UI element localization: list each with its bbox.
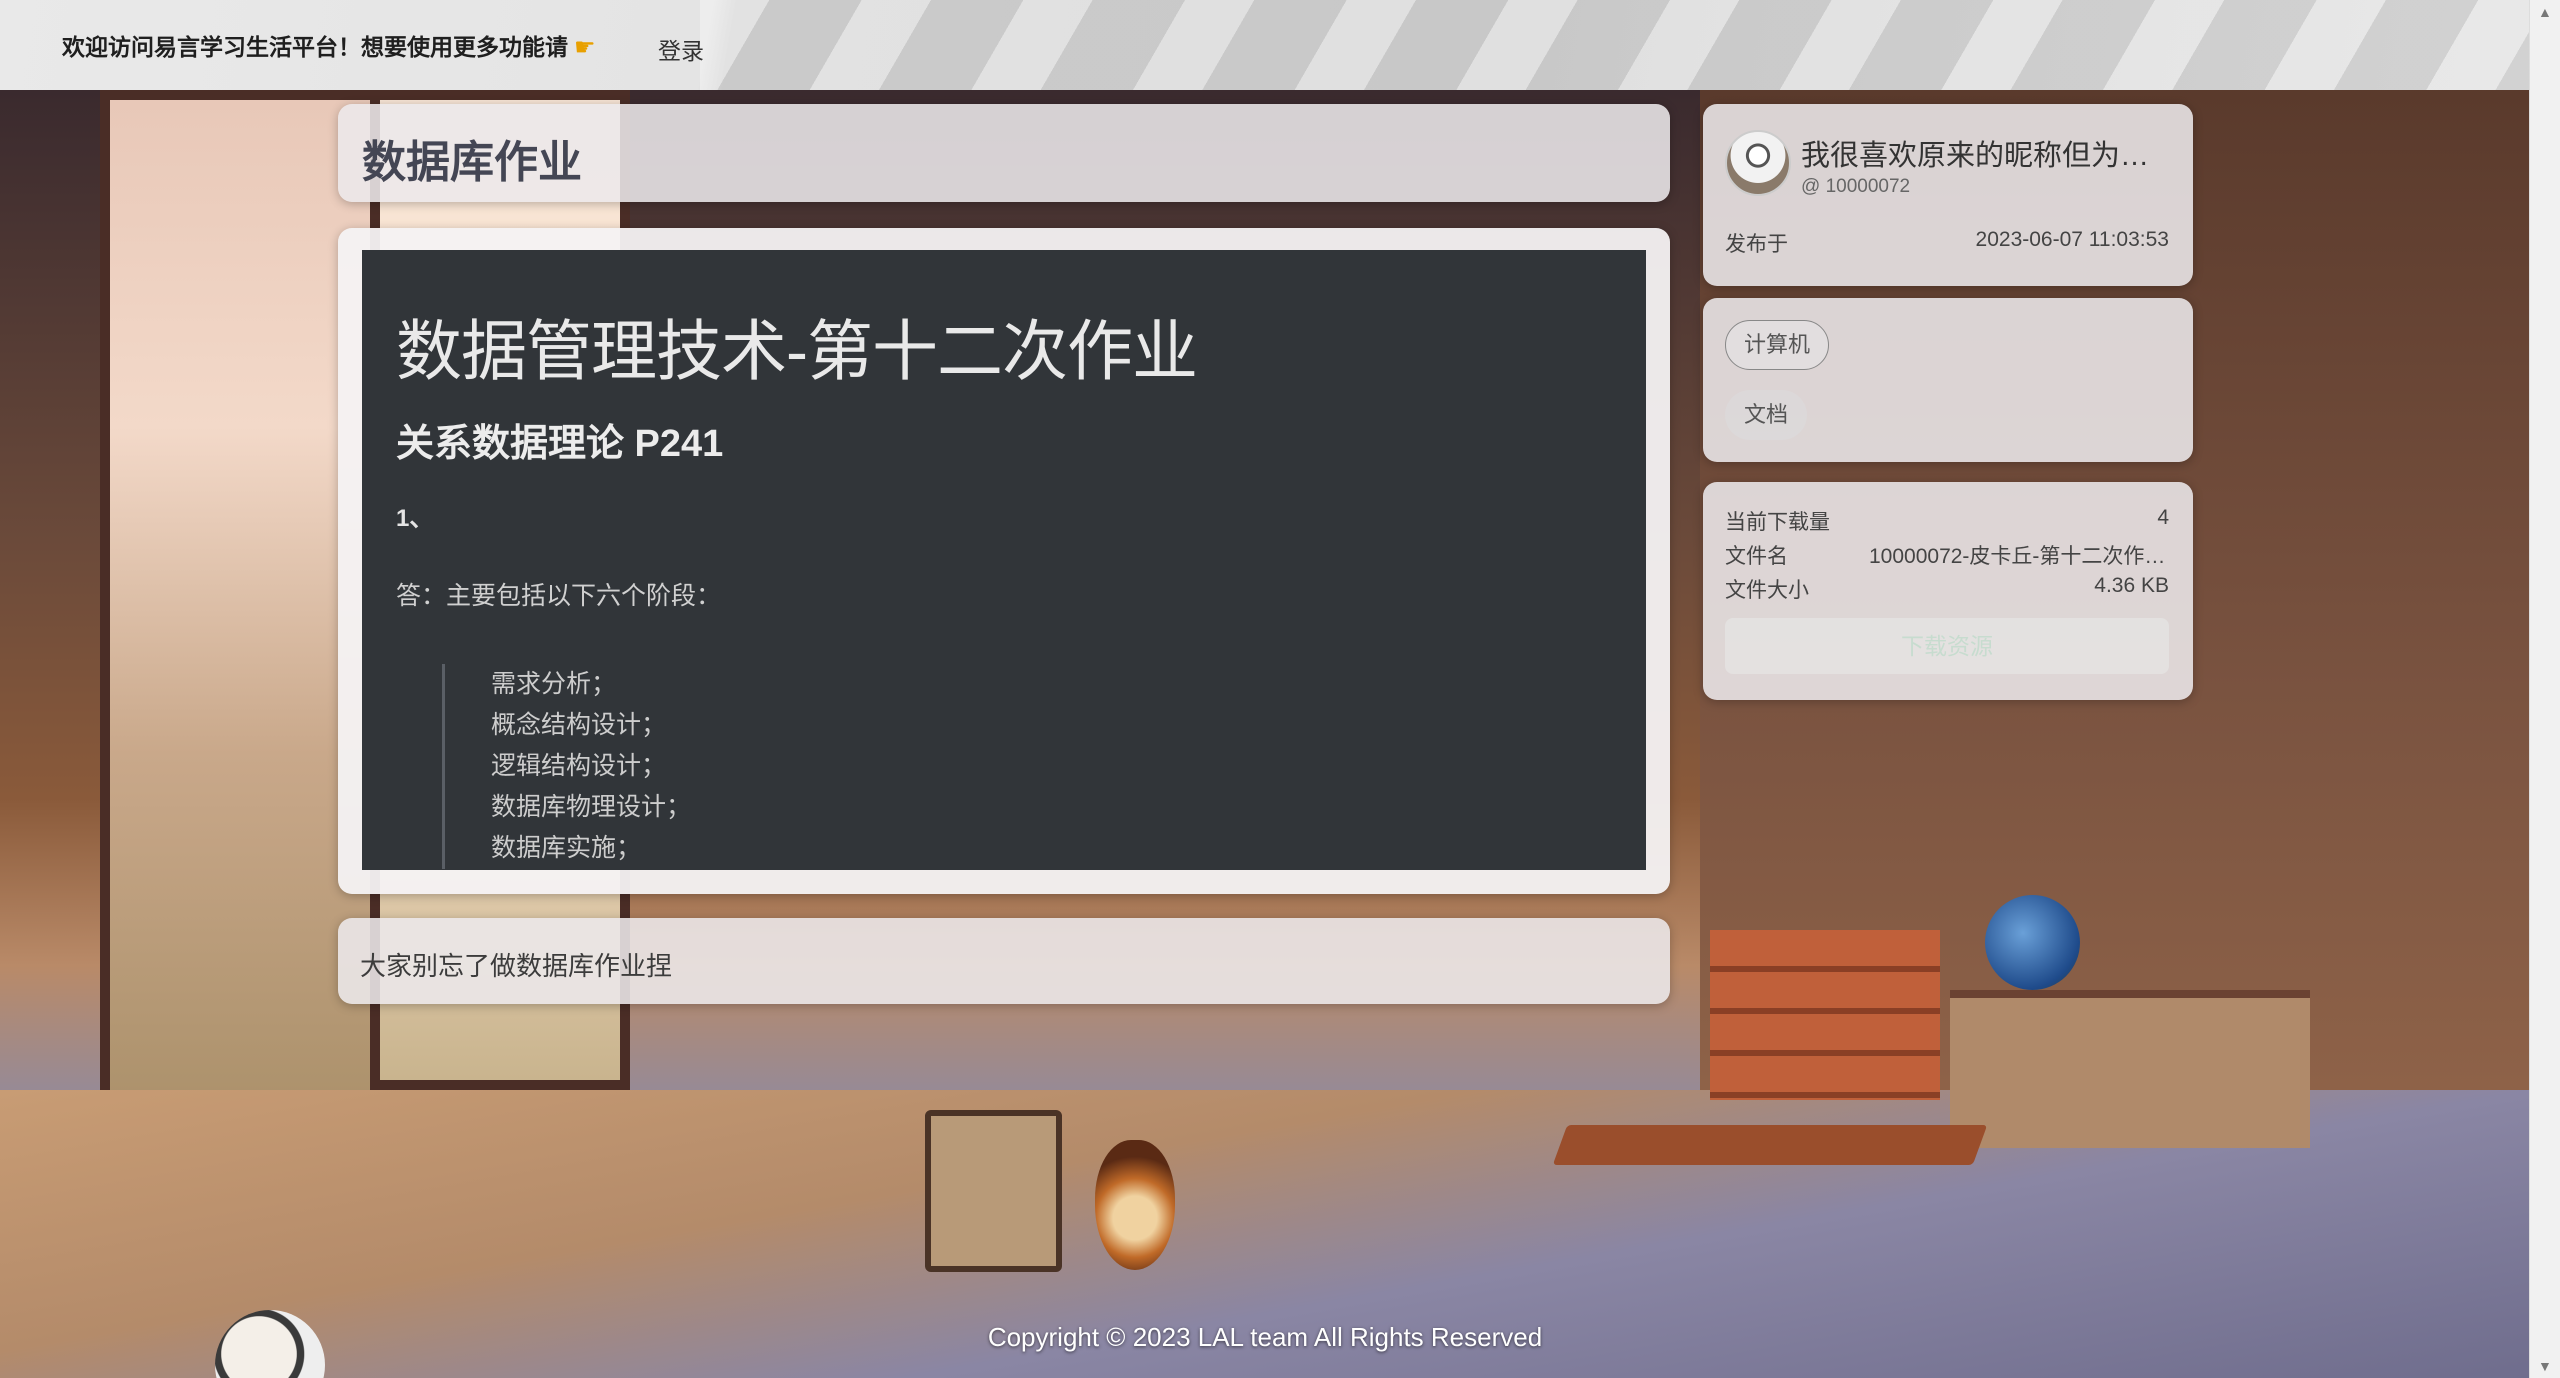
background-drawer [1710, 930, 1940, 1100]
download-button[interactable]: 下载资源 [1725, 618, 2169, 674]
filename-value: 10000072-皮卡丘-第十二次作业.pdf [1869, 545, 2169, 568]
document-heading: 数据管理技术-第十二次作业 [396, 314, 1198, 388]
download-card: 当前下载量 4 文件名 10000072-皮卡丘-第十二次作业.pdf 文件大小… [1703, 482, 2193, 700]
welcome-text: 欢迎访问易言学习生活平台！想要使用更多功能请 [62, 34, 568, 60]
background-guitar [1095, 1140, 1175, 1270]
background-table [1552, 1125, 1988, 1165]
background-globe [1985, 895, 2080, 990]
published-label: 发布于 [1725, 233, 1788, 256]
document-subheading: 关系数据理论 P241 [396, 423, 724, 465]
background-shelf [1950, 990, 2310, 1148]
tags-card: 计算机 文档 [1703, 298, 2193, 462]
document-answer: 答：主要包括以下六个阶段： [396, 582, 722, 610]
avatar[interactable] [1725, 130, 1791, 196]
published-date: 2023-06-07 11:03:53 [1975, 228, 2169, 251]
pointing-hand-icon: ☛ [574, 34, 596, 61]
author-uid: @ 10000072 [1801, 176, 1911, 197]
filename-label: 文件名 [1725, 545, 1788, 568]
post-description: 大家别忘了做数据库作业捏 [360, 951, 673, 981]
document-preview[interactable]: 数据管理技术-第十二次作业 关系数据理论 P241 1、 答：主要包括以下六个阶… [362, 250, 1646, 870]
stage-item: 逻辑结构设计； [491, 752, 667, 780]
post-title: 数据库作业 [362, 138, 582, 187]
download-count-value: 4 [2157, 506, 2169, 529]
stage-item: 需求分析； [491, 670, 617, 698]
stage-item: 数据库实施； [491, 834, 642, 862]
tag-computer[interactable]: 计算机 [1725, 320, 1830, 370]
stage-item: 数据库物理设计； [491, 793, 692, 821]
vertical-scrollbar[interactable]: ▲ ▼ [2529, 0, 2560, 1378]
background-amplifier [925, 1110, 1062, 1272]
welcome-message: 欢迎访问易言学习生活平台！想要使用更多功能请 ☛ [62, 28, 596, 62]
author-card: 我很喜欢原来的昵称但为了你们我改掉了 @ 10000072 发布于 2023-0… [1703, 104, 2193, 286]
scroll-down-arrow-icon[interactable]: ▼ [2538, 1358, 2552, 1374]
post-description-card: 大家别忘了做数据库作业捏 [338, 918, 1670, 1004]
scroll-up-arrow-icon[interactable]: ▲ [2538, 4, 2552, 20]
document-stage-list: 需求分析； 概念结构设计； 逻辑结构设计； 数据库物理设计； 数据库实施； [442, 664, 691, 869]
author-nickname[interactable]: 我很喜欢原来的昵称但为了你们我改掉了 [1801, 132, 2171, 174]
top-bar: 欢迎访问易言学习生活平台！想要使用更多功能请 ☛ 登录 [0, 0, 2530, 90]
document-preview-card: 数据管理技术-第十二次作业 关系数据理论 P241 1、 答：主要包括以下六个阶… [338, 228, 1670, 894]
stage-item: 概念结构设计； [491, 711, 667, 739]
filesize-value: 4.36 KB [2094, 574, 2169, 597]
post-title-card: 数据库作业 [338, 104, 1670, 202]
login-link[interactable]: 登录 [658, 32, 704, 66]
filesize-label: 文件大小 [1725, 579, 1809, 602]
top-bar-wave-decoration [700, 0, 2530, 90]
document-item-number: 1、 [396, 505, 434, 532]
tag-document[interactable]: 文档 [1725, 390, 1808, 440]
download-count-label: 当前下载量 [1725, 511, 1830, 534]
footer-copyright: Copyright © 2023 LAL team All Rights Res… [987, 1322, 1543, 1352]
